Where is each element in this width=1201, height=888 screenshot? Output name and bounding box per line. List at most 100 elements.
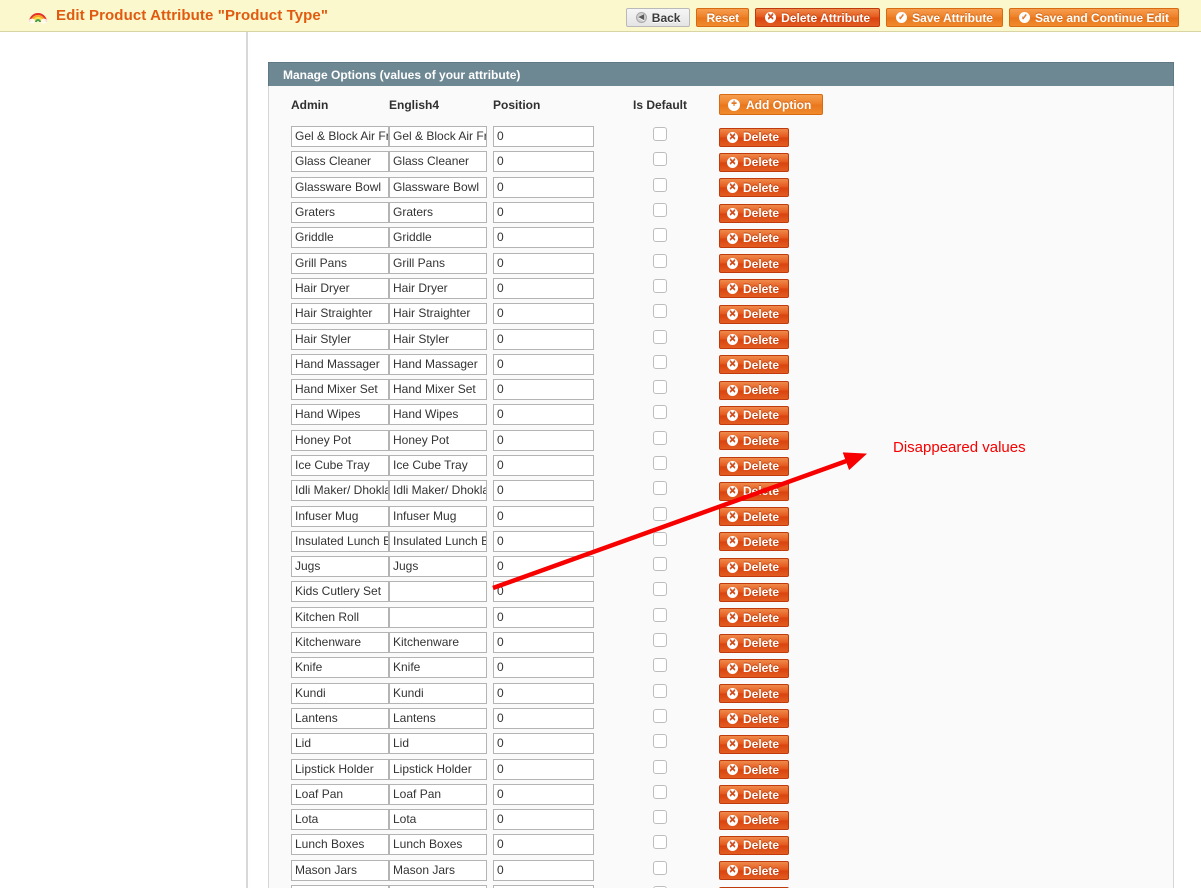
position-input[interactable]: 0 — [493, 354, 594, 375]
admin-value-input[interactable]: Infuser Mug — [291, 506, 389, 527]
admin-value-input[interactable]: Kundi — [291, 683, 389, 704]
position-input[interactable]: 0 — [493, 177, 594, 198]
is-default-checkbox[interactable] — [653, 734, 667, 748]
english-value-input[interactable]: Idli Maker/ Dhokla — [389, 480, 487, 501]
delete-option-button[interactable]: ✕Delete — [719, 229, 789, 248]
admin-value-input[interactable]: Hand Wipes — [291, 404, 389, 425]
delete-option-button[interactable]: ✕Delete — [719, 457, 789, 476]
admin-value-input[interactable]: Lipstick Holder — [291, 759, 389, 780]
position-input[interactable]: 0 — [493, 809, 594, 830]
english-value-input[interactable]: Jugs — [389, 556, 487, 577]
delete-option-button[interactable]: ✕Delete — [719, 760, 789, 779]
is-default-checkbox[interactable] — [653, 810, 667, 824]
position-input[interactable]: 0 — [493, 202, 594, 223]
is-default-checkbox[interactable] — [653, 582, 667, 596]
admin-value-input[interactable]: Lunch Boxes — [291, 834, 389, 855]
add-option-button[interactable]: + Add Option — [719, 94, 823, 115]
english-value-input[interactable]: Kundi — [389, 683, 487, 704]
admin-value-input[interactable]: Insulated Lunch B — [291, 531, 389, 552]
delete-option-button[interactable]: ✕Delete — [719, 431, 789, 450]
english-value-input[interactable]: Hair Styler — [389, 329, 487, 350]
admin-value-input[interactable]: Glass Cleaner — [291, 151, 389, 172]
position-input[interactable]: 0 — [493, 430, 594, 451]
admin-value-input[interactable]: Lantens — [291, 708, 389, 729]
position-input[interactable]: 0 — [493, 506, 594, 527]
position-input[interactable]: 0 — [493, 556, 594, 577]
is-default-checkbox[interactable] — [653, 127, 667, 141]
is-default-checkbox[interactable] — [653, 380, 667, 394]
is-default-checkbox[interactable] — [653, 431, 667, 445]
is-default-checkbox[interactable] — [653, 684, 667, 698]
english-value-input[interactable]: Loaf Pan — [389, 784, 487, 805]
is-default-checkbox[interactable] — [653, 557, 667, 571]
english-value-input[interactable]: Hand Wipes — [389, 404, 487, 425]
admin-value-input[interactable]: Gel & Block Air Fr — [291, 126, 389, 147]
position-input[interactable]: 0 — [493, 379, 594, 400]
delete-option-button[interactable]: ✕Delete — [719, 836, 789, 855]
delete-option-button[interactable]: ✕Delete — [719, 482, 789, 501]
position-input[interactable]: 0 — [493, 733, 594, 754]
is-default-checkbox[interactable] — [653, 355, 667, 369]
is-default-checkbox[interactable] — [653, 481, 667, 495]
delete-option-button[interactable]: ✕Delete — [719, 305, 789, 324]
position-input[interactable]: 0 — [493, 860, 594, 881]
admin-value-input[interactable]: Glassware Bowl — [291, 177, 389, 198]
admin-value-input[interactable]: Jugs — [291, 556, 389, 577]
delete-option-button[interactable]: ✕Delete — [719, 204, 789, 223]
admin-value-input[interactable]: Mason Jars — [291, 860, 389, 881]
position-input[interactable]: 0 — [493, 227, 594, 248]
admin-value-input[interactable]: Kitchenware — [291, 632, 389, 653]
english-value-input[interactable]: Graters — [389, 202, 487, 223]
is-default-checkbox[interactable] — [653, 203, 667, 217]
delete-option-button[interactable]: ✕Delete — [719, 709, 789, 728]
is-default-checkbox[interactable] — [653, 532, 667, 546]
admin-value-input[interactable]: Griddle — [291, 227, 389, 248]
delete-option-button[interactable]: ✕Delete — [719, 558, 789, 577]
is-default-checkbox[interactable] — [653, 228, 667, 242]
english-value-input[interactable]: Hand Massager — [389, 354, 487, 375]
english-value-input[interactable] — [389, 581, 487, 602]
position-input[interactable]: 0 — [493, 708, 594, 729]
admin-value-input[interactable]: Knife — [291, 657, 389, 678]
position-input[interactable]: 0 — [493, 151, 594, 172]
english-value-input[interactable]: Lantens — [389, 708, 487, 729]
admin-value-input[interactable]: Hair Straighter — [291, 303, 389, 324]
position-input[interactable]: 0 — [493, 607, 594, 628]
delete-option-button[interactable]: ✕Delete — [719, 381, 789, 400]
is-default-checkbox[interactable] — [653, 405, 667, 419]
position-input[interactable]: 0 — [493, 278, 594, 299]
delete-option-button[interactable]: ✕Delete — [719, 254, 789, 273]
position-input[interactable]: 0 — [493, 480, 594, 501]
admin-value-input[interactable]: Ice Cube Tray — [291, 455, 389, 476]
is-default-checkbox[interactable] — [653, 785, 667, 799]
english-value-input[interactable]: Griddle — [389, 227, 487, 248]
is-default-checkbox[interactable] — [653, 507, 667, 521]
english-value-input[interactable]: Grill Pans — [389, 253, 487, 274]
admin-value-input[interactable]: Hair Styler — [291, 329, 389, 350]
is-default-checkbox[interactable] — [653, 608, 667, 622]
position-input[interactable]: 0 — [493, 657, 594, 678]
english-value-input[interactable]: Hand Mixer Set — [389, 379, 487, 400]
english-value-input[interactable]: Glass Cleaner — [389, 151, 487, 172]
delete-option-button[interactable]: ✕Delete — [719, 279, 789, 298]
position-input[interactable]: 0 — [493, 581, 594, 602]
delete-option-button[interactable]: ✕Delete — [719, 532, 789, 551]
admin-value-input[interactable]: Honey Pot — [291, 430, 389, 451]
delete-option-button[interactable]: ✕Delete — [719, 811, 789, 830]
position-input[interactable]: 0 — [493, 455, 594, 476]
delete-option-button[interactable]: ✕Delete — [719, 406, 789, 425]
save-attribute-button[interactable]: ✓ Save Attribute — [886, 8, 1003, 27]
position-input[interactable]: 0 — [493, 683, 594, 704]
is-default-checkbox[interactable] — [653, 279, 667, 293]
admin-value-input[interactable]: Graters — [291, 202, 389, 223]
english-value-input[interactable]: Lipstick Holder — [389, 759, 487, 780]
position-input[interactable]: 0 — [493, 759, 594, 780]
is-default-checkbox[interactable] — [653, 152, 667, 166]
english-value-input[interactable]: Lunch Boxes — [389, 834, 487, 855]
delete-option-button[interactable]: ✕Delete — [719, 634, 789, 653]
position-input[interactable]: 0 — [493, 834, 594, 855]
admin-value-input[interactable]: Lota — [291, 809, 389, 830]
admin-value-input[interactable]: Lid — [291, 733, 389, 754]
position-input[interactable]: 0 — [493, 126, 594, 147]
english-value-input[interactable]: Kitchenware — [389, 632, 487, 653]
